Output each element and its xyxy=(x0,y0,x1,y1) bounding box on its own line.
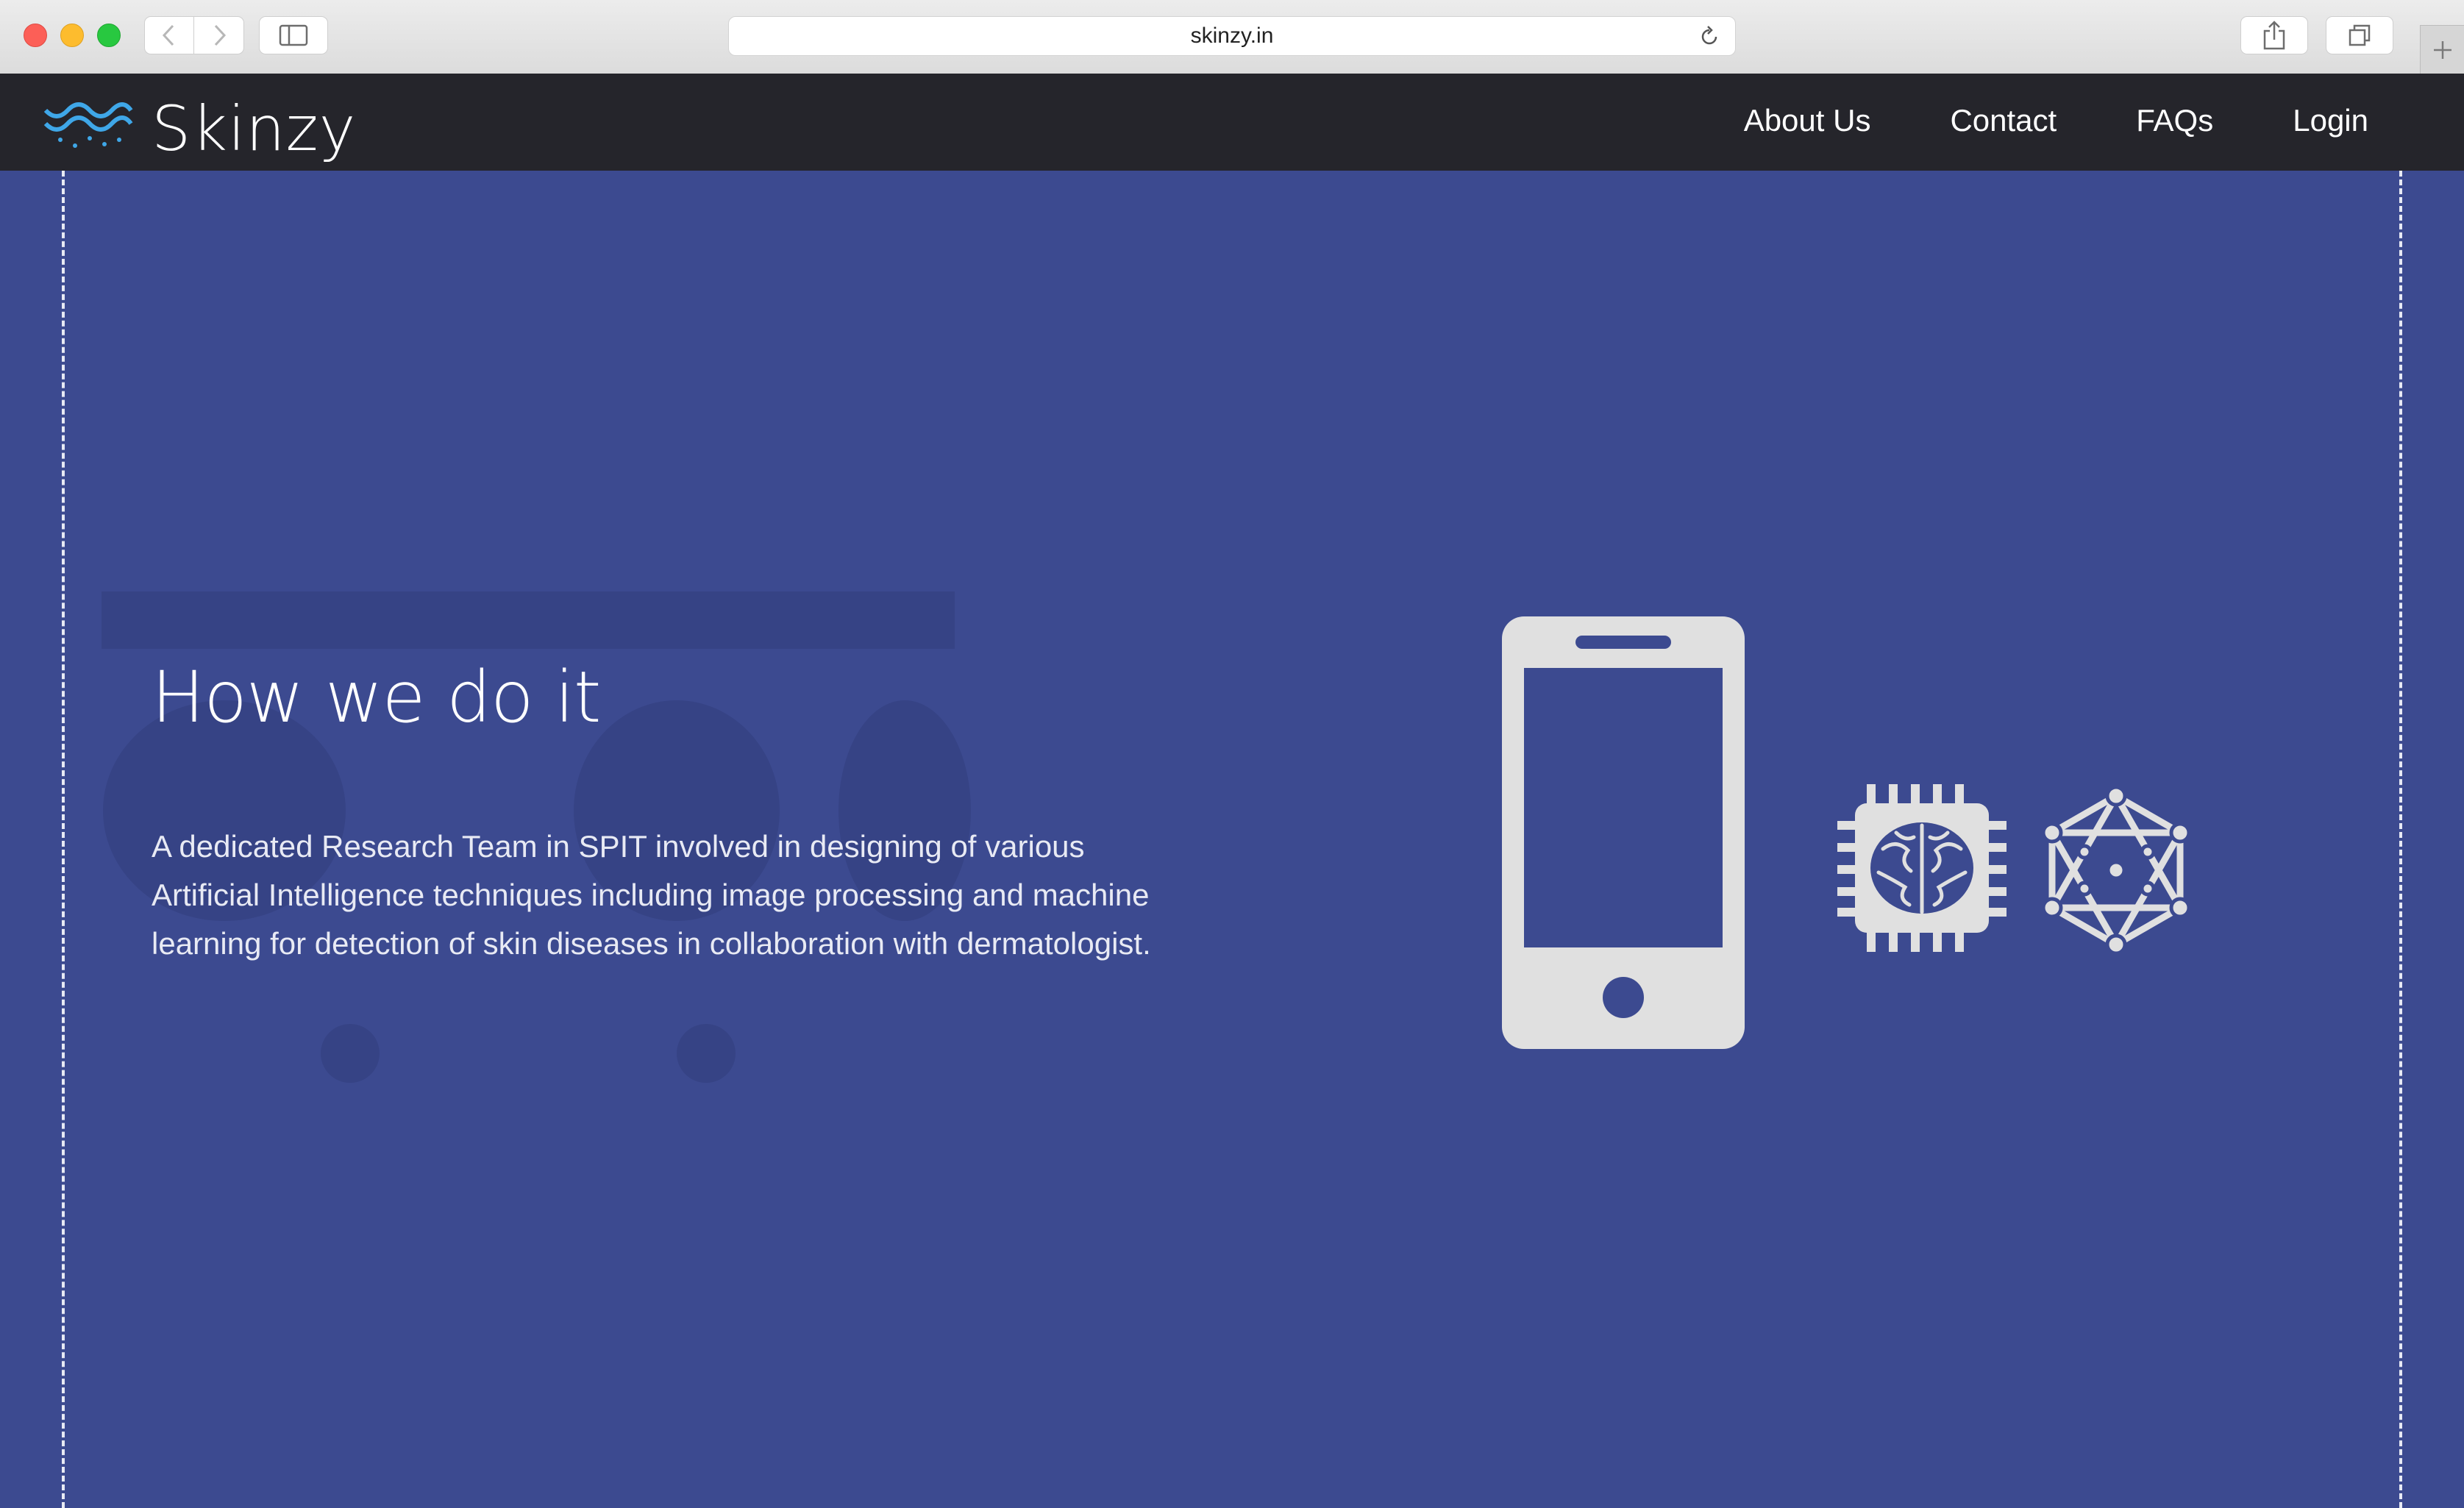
maximize-window-button[interactable] xyxy=(97,24,121,47)
section-description: A dedicated Research Team in SPIT involv… xyxy=(152,829,1151,961)
browser-toolbar: skinzy.in xyxy=(0,0,2464,74)
hero-section: How we do it A dedicated Research Team i… xyxy=(0,171,2464,1508)
address-bar[interactable]: skinzy.in xyxy=(728,16,1736,56)
main-nav: About Us Contact FAQs Login xyxy=(1744,103,2368,138)
tabs-icon xyxy=(2349,24,2371,46)
site-header: Skinzy About Us Contact FAQs Login xyxy=(0,74,2464,171)
left-dashed-divider xyxy=(62,171,65,1508)
reload-icon[interactable] xyxy=(1698,26,1720,48)
site-brand[interactable]: Skinzy xyxy=(152,93,356,165)
chevron-left-icon xyxy=(162,24,174,46)
nav-login[interactable]: Login xyxy=(2293,103,2368,138)
close-window-button[interactable] xyxy=(24,24,47,47)
back-button[interactable] xyxy=(144,16,194,54)
smartphone-icon xyxy=(1502,616,1745,1049)
share-button[interactable] xyxy=(2240,16,2308,54)
brain-chip-icon xyxy=(1837,784,2007,952)
new-tab-button[interactable] xyxy=(2420,25,2464,74)
section-heading: How we do it xyxy=(152,656,602,739)
plus-icon xyxy=(2434,41,2451,59)
nav-faqs[interactable]: FAQs xyxy=(2136,103,2213,138)
right-dashed-divider xyxy=(2399,171,2402,1508)
nav-about-us[interactable]: About Us xyxy=(1744,103,1871,138)
chevron-right-icon xyxy=(214,24,226,46)
share-icon xyxy=(2263,21,2285,50)
nav-contact[interactable]: Contact xyxy=(1950,103,2057,138)
wave-logo-icon[interactable] xyxy=(43,102,134,154)
ghost-decoration xyxy=(102,591,955,649)
sidebar-toggle-button[interactable] xyxy=(259,16,328,54)
minimize-window-button[interactable] xyxy=(60,24,84,47)
neural-network-icon xyxy=(2041,787,2191,953)
ghost-decoration xyxy=(321,1024,380,1083)
forward-button[interactable] xyxy=(194,16,244,54)
tabs-overview-button[interactable] xyxy=(2326,16,2393,54)
url-text: skinzy.in xyxy=(1190,24,1274,48)
sidebar-icon xyxy=(279,24,308,46)
ghost-decoration xyxy=(677,1024,736,1083)
